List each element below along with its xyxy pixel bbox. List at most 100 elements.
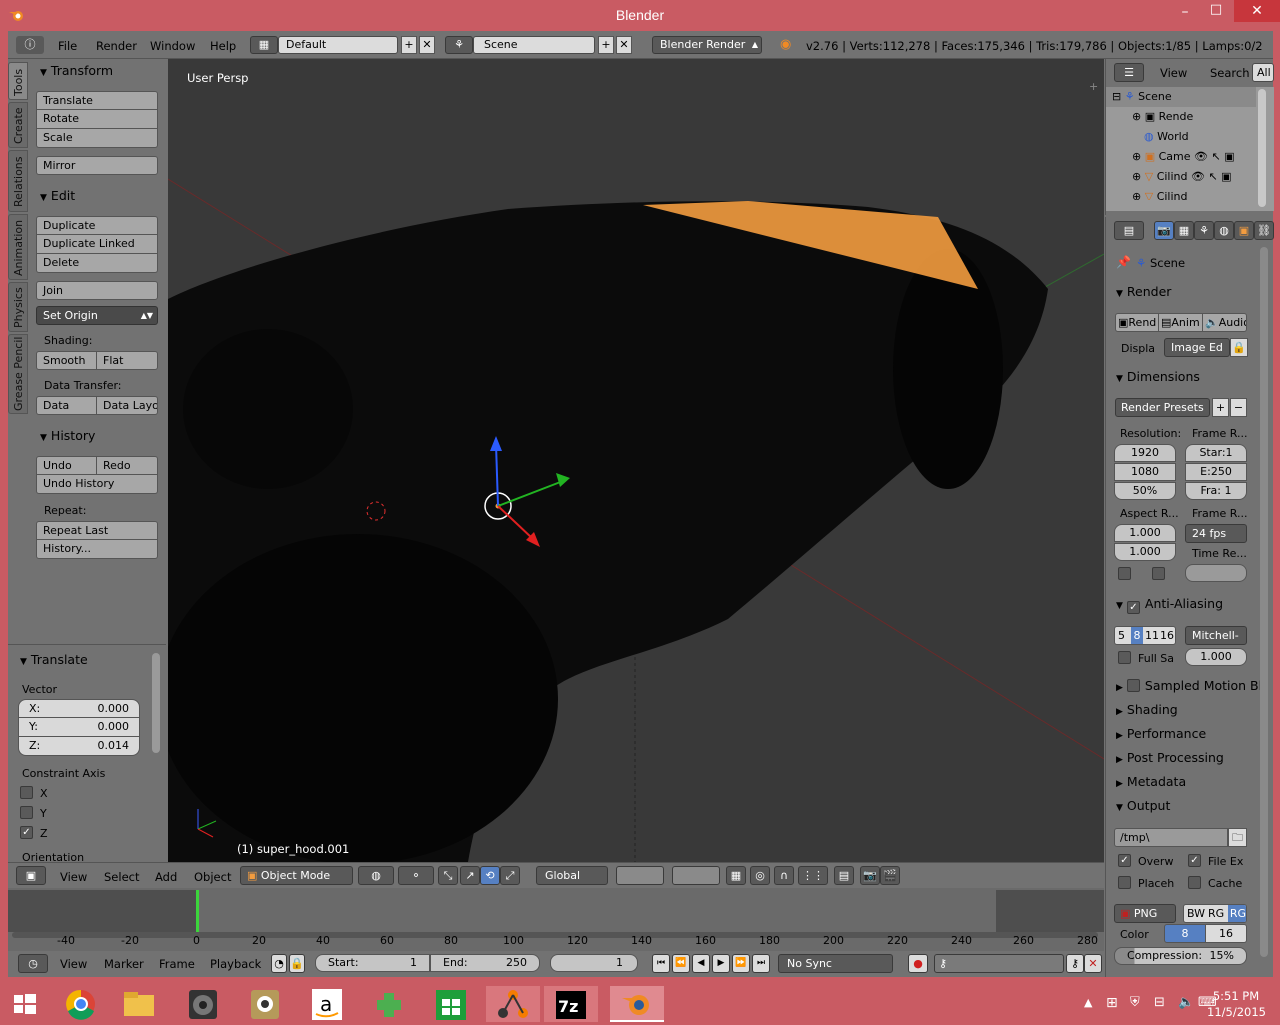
constraint-y-checkbox[interactable] — [20, 806, 33, 819]
operator-scrollbar[interactable] — [152, 653, 160, 753]
blender-taskbar-icon[interactable] — [610, 986, 664, 1022]
manipulator-toggle[interactable]: ⤡ — [438, 866, 458, 885]
constraints-context-tab[interactable]: ⛓ — [1254, 221, 1274, 240]
color-mode-rgba[interactable]: RG — [1228, 905, 1246, 922]
timeline-editor-icon[interactable]: ◷ — [18, 954, 48, 973]
translate-button[interactable]: Translate — [36, 91, 158, 110]
tab-relations[interactable]: Relations — [8, 150, 28, 212]
scale-manip-icon[interactable]: ⤢ — [500, 866, 520, 885]
history-panel-header[interactable]: ▼ History — [40, 428, 95, 443]
anti-aliasing-checkbox[interactable]: ✓ — [1126, 601, 1140, 614]
screen-layout-field[interactable]: Default — [278, 36, 398, 54]
tray-windows-icon[interactable]: ⊞ — [1106, 995, 1118, 1011]
aa-sample-11[interactable]: 11 — [1145, 627, 1159, 644]
tab-tools[interactable]: Tools — [8, 62, 28, 100]
add-scene-icon[interactable]: + — [598, 36, 614, 54]
translate-manip-icon[interactable]: ↗ — [460, 866, 480, 885]
view3d-menu-select[interactable]: Select — [104, 870, 139, 884]
outliner-item-render[interactable]: ⊕ ▣ Rende — [1132, 110, 1193, 123]
proportional-edit-icon[interactable]: ◎ — [750, 866, 770, 885]
jump-end-icon[interactable]: ⏭ — [752, 954, 770, 973]
timeline-menu-playback[interactable]: Playback — [210, 957, 261, 971]
constraint-z-checkbox[interactable]: ✓ — [20, 826, 33, 839]
playhead[interactable] — [196, 890, 199, 932]
aspect-x-field[interactable]: 1.000 — [1114, 524, 1176, 542]
store-icon[interactable] — [424, 986, 478, 1022]
render-layers-tab[interactable]: ▦ — [1174, 221, 1194, 240]
fps-dropdown[interactable]: 24 fps — [1185, 524, 1247, 543]
duplicate-linked-button[interactable]: Duplicate Linked — [36, 235, 158, 254]
set-origin-dropdown[interactable]: Set Origin ▲▼ — [36, 306, 158, 325]
file-explorer-icon[interactable] — [112, 986, 166, 1022]
vector-z-field[interactable]: Z: 0.014 — [18, 737, 140, 756]
filter-size-field[interactable]: 1.000 — [1185, 648, 1247, 666]
motion-blur-panel-header[interactable]: ▶ Sampled Motion Bl — [1116, 678, 1262, 693]
outliner-item-cylinder-2[interactable]: ⊕ ▽ Cilind — [1132, 190, 1188, 200]
world-context-tab[interactable]: ◍ — [1214, 221, 1234, 240]
time-remap-field[interactable] — [1185, 564, 1247, 582]
menu-help[interactable]: Help — [210, 39, 236, 53]
outliner-menu-view[interactable]: View — [1160, 66, 1187, 80]
data-transfer-button[interactable]: Data — [36, 396, 97, 415]
menu-window[interactable]: Window — [150, 39, 195, 53]
outliner-item-scene[interactable]: ⊟ ⚘ Scene — [1112, 90, 1172, 103]
minimize-button[interactable]: – — [1172, 4, 1198, 22]
7zip-icon[interactable]: 7z — [544, 986, 598, 1022]
snap-element-icon[interactable]: ⋮⋮ — [798, 866, 828, 885]
taskbar-date[interactable]: 11/5/2015 — [1207, 1005, 1266, 1019]
border-checkbox[interactable] — [1118, 567, 1131, 580]
frame-end-field[interactable]: E:250 — [1185, 463, 1247, 481]
metadata-panel-header[interactable]: ▶ Metadata — [1116, 774, 1186, 789]
aa-sample-8[interactable]: 8 — [1131, 627, 1143, 644]
tab-animation[interactable]: Animation — [8, 214, 28, 280]
aspect-y-field[interactable]: 1.000 — [1114, 543, 1176, 561]
cache-checkbox[interactable] — [1188, 876, 1201, 889]
pivot-dropdown[interactable]: ⚬ — [398, 866, 434, 885]
properties-scrollbar[interactable] — [1260, 247, 1268, 957]
jump-start-icon[interactable]: ⏮ — [652, 954, 670, 973]
prev-keyframe-icon[interactable]: ⏪ — [672, 954, 690, 973]
color-depth-16[interactable]: 16 — [1206, 924, 1247, 943]
object-context-tab[interactable]: ▣ — [1234, 221, 1254, 240]
render-panel-header[interactable]: ▼ Render — [1116, 284, 1171, 299]
webcam-app-icon[interactable] — [238, 986, 292, 1022]
snap-toggle-icon[interactable]: ∩ — [774, 866, 794, 885]
play-reverse-icon[interactable]: ◀ — [692, 954, 710, 973]
screen-layout-selector[interactable]: ▦ — [250, 36, 278, 54]
frame-step-field[interactable]: Fra: 1 — [1185, 482, 1247, 500]
lock-layers-icon[interactable]: ▦ — [726, 866, 746, 885]
timeline-menu-marker[interactable]: Marker — [104, 957, 144, 971]
orientation-dropdown[interactable]: Global — [536, 866, 608, 885]
constraint-x-checkbox[interactable] — [20, 786, 33, 799]
molecule-app-icon[interactable] — [486, 986, 540, 1022]
outliner-filter-dropdown[interactable]: All — [1252, 63, 1274, 82]
pin-icon[interactable]: 📌 — [1116, 255, 1131, 269]
resolution-x-field[interactable]: 1920 — [1114, 444, 1176, 462]
plus-app-icon[interactable] — [362, 986, 416, 1022]
start-frame-field[interactable]: Start: 1 — [315, 954, 430, 972]
view3d-menu-view[interactable]: View — [60, 870, 87, 884]
properties-editor-icon[interactable]: ▤ — [1114, 221, 1144, 240]
layers-2[interactable] — [672, 866, 720, 885]
outliner-item-world[interactable]: ◍ World — [1144, 130, 1189, 143]
duplicate-button[interactable]: Duplicate — [36, 216, 158, 235]
current-frame-field[interactable]: 1 — [550, 954, 638, 972]
add-preset-icon[interactable]: + — [1212, 398, 1229, 417]
color-mode-bw[interactable]: BW — [1187, 905, 1205, 922]
placeholders-checkbox[interactable] — [1118, 876, 1131, 889]
view3d-menu-add[interactable]: Add — [155, 870, 177, 884]
vector-y-field[interactable]: Y: 0.000 — [18, 718, 140, 737]
info-editor-icon[interactable]: ⓘ — [16, 36, 44, 54]
close-button[interactable]: ✕ — [1234, 0, 1280, 22]
aa-filter-dropdown[interactable]: Mitchell- — [1185, 626, 1247, 645]
timeline-scrollbar[interactable] — [12, 932, 1098, 938]
auto-keyframe-icon[interactable]: ● — [908, 954, 928, 973]
crop-checkbox[interactable] — [1152, 567, 1165, 580]
delete-button[interactable]: Delete — [36, 254, 158, 273]
mirror-button[interactable]: Mirror — [36, 156, 158, 175]
add-screen-icon[interactable]: + — [401, 36, 417, 54]
rotate-manip-icon[interactable]: ⟲ — [480, 866, 500, 885]
viewport-3d[interactable]: User Persp (1) super_hood.001 + — [168, 59, 1104, 862]
overwrite-checkbox[interactable]: ✓ — [1118, 854, 1131, 867]
tab-grease-pencil[interactable]: Grease Pencil — [8, 334, 28, 414]
